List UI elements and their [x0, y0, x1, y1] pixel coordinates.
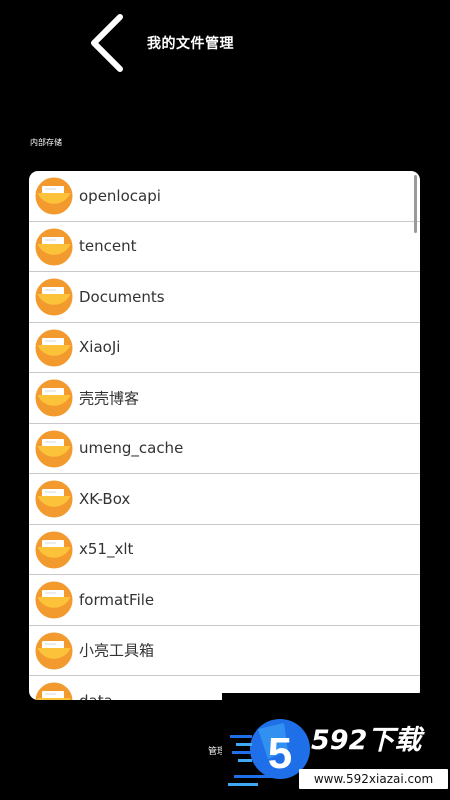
- item-label: XiaoJi: [79, 338, 121, 357]
- list-item[interactable]: formatFile: [29, 575, 420, 626]
- list-item[interactable]: umeng_cache: [29, 424, 420, 474]
- back-button[interactable]: [84, 12, 132, 76]
- header: 我的文件管理: [0, 0, 450, 90]
- list-item[interactable]: 壳壳博客: [29, 373, 420, 424]
- list-item[interactable]: XK-Box: [29, 474, 420, 525]
- item-label: XK-Box: [79, 489, 131, 508]
- folder-icon: [35, 329, 73, 366]
- item-label: 小亮工具箱: [79, 641, 155, 660]
- folder-icon: [35, 682, 73, 700]
- item-label: tencent: [79, 237, 137, 256]
- folder-icon: [35, 278, 73, 316]
- item-label: x51_xlt: [79, 540, 134, 559]
- folder-icon: [35, 480, 73, 518]
- item-label: 壳壳博客: [79, 389, 140, 408]
- folder-icon: [35, 531, 73, 568]
- folder-icon: [35, 581, 73, 619]
- folder-icon: [35, 177, 73, 215]
- list-item[interactable]: tencent: [29, 222, 420, 272]
- watermark-title: 592下载: [311, 725, 422, 756]
- folder-icon: [35, 632, 73, 669]
- section-label: 内部存储: [30, 138, 62, 147]
- folder-icon: [35, 430, 73, 467]
- app-screen: 我的文件管理 内部存储 openlocapi tencent Documents…: [0, 0, 450, 800]
- file-list[interactable]: openlocapi tencent Documents XiaoJi 壳壳博客…: [29, 171, 420, 700]
- item-label: Documents: [79, 287, 165, 306]
- list-item[interactable]: x51_xlt: [29, 525, 420, 575]
- watermark-url: www.592xiazai.com: [299, 769, 448, 789]
- list-item[interactable]: Documents: [29, 272, 420, 323]
- page-title: 我的文件管理: [147, 36, 234, 52]
- item-label: data: [79, 692, 113, 700]
- scrollbar[interactable]: [414, 175, 417, 233]
- item-label: openlocapi: [79, 186, 161, 205]
- folder-icon: [35, 228, 73, 265]
- list-item[interactable]: 小亮工具箱: [29, 626, 420, 676]
- folder-icon: [35, 379, 73, 417]
- item-label: umeng_cache: [79, 439, 184, 458]
- chevron-left-icon: [91, 14, 123, 72]
- list-item[interactable]: openlocapi: [29, 171, 420, 222]
- watermark: 5 592下载 www.592xiazai.com: [222, 693, 450, 800]
- watermark-badge: 5: [268, 729, 292, 778]
- list-item[interactable]: XiaoJi: [29, 323, 420, 373]
- item-label: formatFile: [79, 590, 155, 609]
